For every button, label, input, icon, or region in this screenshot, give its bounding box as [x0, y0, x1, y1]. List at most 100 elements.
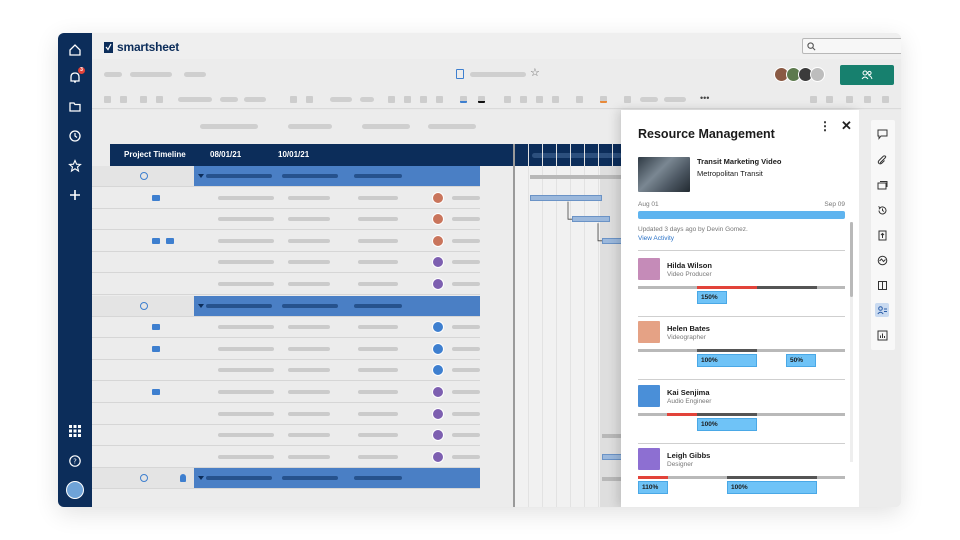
- allocation-chip[interactable]: 100%: [727, 481, 817, 494]
- attachment-icon[interactable]: [875, 153, 889, 167]
- toolbar-button[interactable]: [220, 97, 238, 102]
- assignee-avatar[interactable]: [432, 342, 444, 355]
- parent-row[interactable]: [92, 468, 480, 490]
- toolbar-button[interactable]: [624, 96, 631, 103]
- column-header-date2[interactable]: 10/01/21: [278, 150, 309, 159]
- panel-scrollbar[interactable]: [850, 222, 853, 462]
- toolbar-button[interactable]: [826, 96, 833, 103]
- resource-management-icon[interactable]: [875, 303, 889, 317]
- toolbar-button[interactable]: [536, 96, 543, 103]
- close-icon[interactable]: ✕: [841, 118, 852, 134]
- smartsheet-logo[interactable]: smartsheet: [104, 40, 179, 54]
- toolbar-button[interactable]: [504, 96, 511, 103]
- toolbar-button[interactable]: [552, 96, 559, 103]
- table-row[interactable]: [92, 209, 480, 231]
- allocation-chip[interactable]: 100%: [697, 354, 757, 367]
- toolbar-button[interactable]: [388, 96, 395, 103]
- summary-icon[interactable]: [875, 253, 889, 267]
- toolbar-button[interactable]: [576, 96, 583, 103]
- mention-icon[interactable]: [140, 301, 148, 310]
- search-input[interactable]: [802, 38, 901, 54]
- share-button[interactable]: [840, 65, 894, 85]
- comment-icon[interactable]: [152, 324, 160, 331]
- table-row[interactable]: [92, 382, 480, 403]
- toolbar-button[interactable]: [404, 96, 411, 103]
- toolbar-button[interactable]: [882, 96, 889, 103]
- assignee-avatar[interactable]: [432, 278, 444, 290]
- comment-icon[interactable]: [152, 389, 160, 395]
- collapse-toggle-icon[interactable]: [198, 174, 204, 178]
- comments-icon[interactable]: [875, 127, 889, 141]
- star-icon[interactable]: [67, 158, 83, 174]
- home-icon[interactable]: [67, 42, 83, 58]
- toolbar-button[interactable]: [664, 97, 686, 102]
- toolbar-button[interactable]: [104, 96, 111, 103]
- toolbar-button[interactable]: [178, 97, 212, 102]
- table-row[interactable]: [92, 317, 480, 339]
- collapse-toggle-icon[interactable]: [198, 476, 204, 481]
- scrollbar-thumb[interactable]: [850, 222, 853, 297]
- allocation-chip[interactable]: 150%: [697, 291, 727, 304]
- toolbar-button[interactable]: [156, 96, 163, 103]
- folder-icon[interactable]: [67, 99, 83, 115]
- attachment-icon[interactable]: [166, 237, 174, 244]
- comment-icon[interactable]: [152, 237, 160, 244]
- toolbar-button[interactable]: [420, 96, 427, 103]
- allocation-chip[interactable]: 50%: [786, 354, 816, 367]
- mention-icon[interactable]: [140, 172, 148, 180]
- fill-color-button[interactable]: [478, 96, 485, 103]
- toolbar-button[interactable]: [306, 96, 313, 103]
- toolbar-button[interactable]: [290, 96, 297, 103]
- column-header-project-timeline[interactable]: Project Timeline: [124, 150, 186, 159]
- comment-icon[interactable]: [152, 345, 160, 352]
- grid-apps-icon[interactable]: [67, 423, 83, 439]
- toolbar-button[interactable]: [864, 96, 871, 103]
- toolbar-button[interactable]: [640, 97, 658, 102]
- collapse-toggle-icon[interactable]: [198, 303, 204, 308]
- assignee-avatar[interactable]: [432, 407, 444, 420]
- column-header-date1[interactable]: 08/01/21: [210, 150, 241, 159]
- kebab-menu-icon[interactable]: ⋮: [819, 119, 831, 133]
- allocation-chip[interactable]: 100%: [697, 418, 757, 431]
- toolbar-button[interactable]: [360, 97, 374, 102]
- reminder-icon[interactable]: [180, 474, 186, 483]
- table-row[interactable]: [92, 338, 480, 360]
- grid-gantt-divider[interactable]: [513, 144, 515, 507]
- assignee-avatar[interactable]: [432, 191, 444, 204]
- toolbar-button[interactable]: [244, 97, 266, 102]
- text-color-button[interactable]: [460, 96, 467, 103]
- more-options-icon[interactable]: •••: [700, 93, 709, 103]
- reports-icon[interactable]: [875, 328, 889, 342]
- table-row[interactable]: [92, 230, 480, 252]
- assignee-avatar[interactable]: [432, 450, 444, 463]
- assignee-avatar[interactable]: [432, 234, 444, 247]
- toolbar-button[interactable]: [846, 96, 853, 103]
- table-row[interactable]: [92, 446, 480, 468]
- publish-icon[interactable]: [875, 228, 889, 242]
- help-icon[interactable]: ?: [67, 453, 83, 469]
- table-row[interactable]: [92, 403, 480, 425]
- allocation-chip[interactable]: 110%: [638, 481, 668, 494]
- view-activity-link[interactable]: View Activity: [638, 235, 674, 242]
- toolbar-button[interactable]: [436, 96, 443, 103]
- more-collaborators-icon[interactable]: [810, 67, 825, 82]
- parent-row[interactable]: [92, 295, 480, 317]
- table-row[interactable]: [92, 274, 480, 295]
- toolbar-button[interactable]: [330, 97, 352, 102]
- toolbar-button[interactable]: [140, 96, 147, 103]
- bell-icon[interactable]: 3: [67, 67, 85, 86]
- table-row[interactable]: [92, 252, 480, 274]
- proofing-icon[interactable]: [875, 178, 889, 192]
- favorite-star-icon[interactable]: ☆: [530, 66, 540, 79]
- activity-log-icon[interactable]: [875, 203, 889, 217]
- toolbar-button[interactable]: [810, 96, 817, 103]
- comment-icon[interactable]: [152, 194, 160, 201]
- highlight-button[interactable]: [600, 96, 607, 103]
- table-row[interactable]: [92, 425, 480, 447]
- plus-icon[interactable]: [67, 187, 83, 203]
- parent-row[interactable]: [92, 166, 480, 187]
- assignee-avatar[interactable]: [432, 386, 444, 398]
- forms-icon[interactable]: [875, 278, 889, 292]
- user-avatar[interactable]: [66, 481, 84, 499]
- toolbar-button[interactable]: [520, 96, 527, 103]
